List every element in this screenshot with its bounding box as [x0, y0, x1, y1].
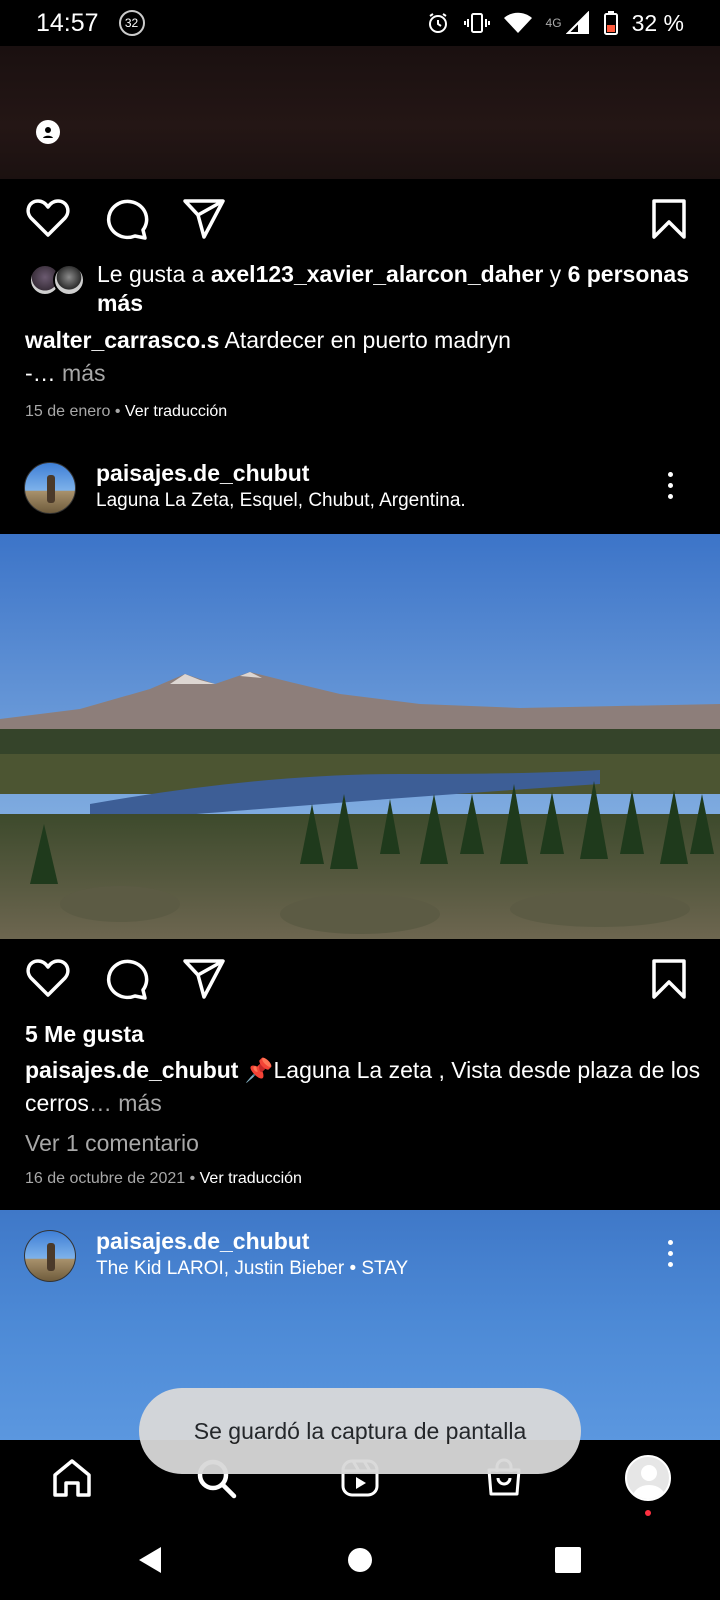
alarm-icon [428, 13, 447, 33]
status-bar: 14:57 32 4G 32 % [0, 0, 720, 46]
liked-by-avatars [25, 264, 87, 300]
post-photo[interactable] [0, 534, 720, 939]
nav-home[interactable] [48, 1454, 96, 1502]
likes-count[interactable]: 5 Me gusta [25, 1021, 144, 1048]
screenshot-saved-toast: Se guardó la captura de pantalla [139, 1388, 581, 1474]
home-circle-icon [348, 1548, 372, 1572]
post1-action-bar [0, 180, 720, 260]
more-options-icon[interactable] [666, 1240, 674, 1270]
post-username[interactable]: paisajes.de_chubut [96, 1228, 309, 1255]
meta-separator: • [110, 403, 125, 420]
liked-user-link[interactable]: axel123_xavier_alarcon_daher [211, 261, 543, 287]
status-indicators: 4G 32 % [426, 10, 684, 37]
previous-post-image[interactable] [0, 46, 720, 179]
bookmark-icon[interactable] [651, 198, 687, 240]
avatar [53, 264, 85, 296]
view-comments-link[interactable]: Ver 1 comentario [25, 1127, 705, 1160]
caption-continued: -… [25, 360, 56, 386]
comment-icon[interactable] [105, 198, 149, 240]
network-type: 4G [545, 15, 562, 30]
notification-count-badge: 32 [118, 10, 145, 36]
post-location[interactable]: Laguna La Zeta, Esquel, Chubut, Argentin… [96, 490, 466, 512]
post3-header: paisajes.de_chubut The Kid LAROI, Justin… [0, 1220, 720, 1290]
caption-username[interactable]: walter_carrasco.s [25, 327, 219, 353]
post2-action-bar [0, 940, 720, 1020]
home-button[interactable] [342, 1542, 378, 1578]
post-username[interactable]: paisajes.de_chubut [96, 460, 309, 487]
bookmark-icon[interactable] [651, 958, 687, 1000]
see-translation-link[interactable]: Ver traducción [125, 403, 227, 420]
user-tag-icon[interactable] [36, 120, 60, 144]
heart-icon[interactable] [26, 958, 70, 998]
paper-plane-icon[interactable] [182, 198, 226, 240]
see-translation-link[interactable]: Ver traducción [200, 1170, 302, 1187]
caption-username[interactable]: paisajes.de_chubut [25, 1057, 238, 1083]
more-link[interactable]: más [56, 360, 105, 386]
comment-icon[interactable] [105, 958, 149, 1000]
post-date: 16 de octubre de 2021 [25, 1170, 186, 1187]
caption-text: Atardecer en puerto madryn [219, 327, 511, 353]
more-options-icon[interactable] [666, 472, 674, 502]
paper-plane-icon[interactable] [182, 958, 226, 1000]
post-date: 15 de enero [25, 403, 111, 420]
liked-prefix: Le gusta a [97, 261, 211, 287]
back-button[interactable] [132, 1542, 168, 1578]
avatar[interactable] [24, 462, 76, 514]
landscape-photo [0, 534, 720, 939]
post1-caption: walter_carrasco.s Atardecer en puerto ma… [25, 324, 705, 390]
signal-icon [565, 11, 589, 34]
nav-profile[interactable] [624, 1454, 672, 1502]
battery-icon [603, 11, 618, 35]
wifi-icon [503, 12, 532, 33]
more-link[interactable]: … más [89, 1090, 162, 1116]
heart-icon[interactable] [26, 198, 70, 238]
avatar[interactable] [24, 1230, 76, 1282]
liked-mid: y [543, 261, 568, 287]
post2-meta: 16 de octubre de 2021 • Ver traducción [25, 1170, 302, 1188]
recents-button[interactable] [550, 1542, 586, 1578]
vibrate-icon [463, 13, 490, 33]
back-triangle-icon [139, 1547, 161, 1573]
recents-square-icon [555, 1547, 581, 1573]
status-time: 14:57 [36, 8, 99, 37]
avatar [625, 1455, 671, 1501]
meta-separator: • [185, 1170, 200, 1187]
post1-meta: 15 de enero • Ver traducción [25, 403, 227, 421]
battery-percent: 32 % [631, 9, 684, 36]
post-audio[interactable]: The Kid LAROI, Justin Bieber • STAY [96, 1258, 408, 1280]
post1-liked-by[interactable]: Le gusta a axel123_xavier_alarcon_daher … [25, 260, 705, 318]
home-icon [53, 1459, 91, 1497]
post2-caption: paisajes.de_chubut 📌Laguna La zeta , Vis… [25, 1054, 705, 1120]
liked-by-text: Le gusta a axel123_xavier_alarcon_daher … [97, 260, 705, 318]
system-navigation-bar [0, 1516, 720, 1600]
post2-header: paisajes.de_chubut Laguna La Zeta, Esque… [0, 452, 720, 522]
